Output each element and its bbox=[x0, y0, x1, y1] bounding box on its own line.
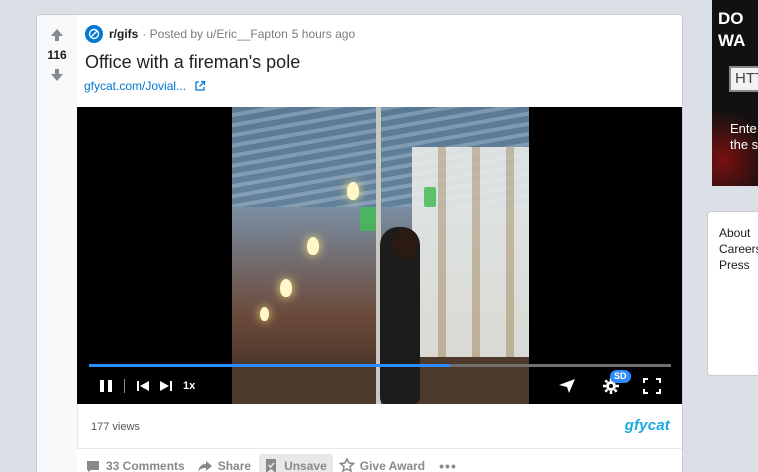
post-link-text[interactable]: gfycat.com/Jovial... bbox=[84, 79, 186, 93]
footer-link-about[interactable]: About bbox=[719, 225, 758, 241]
sidebar-footer: About Careers Press bbox=[707, 211, 758, 376]
give-award-button[interactable]: Give Award bbox=[335, 454, 431, 472]
share-video-icon[interactable] bbox=[557, 376, 577, 396]
external-link-icon[interactable] bbox=[194, 80, 206, 92]
fullscreen-icon[interactable] bbox=[642, 377, 662, 395]
subreddit-icon[interactable] bbox=[85, 25, 103, 43]
post-title[interactable]: Office with a fireman's pole bbox=[85, 52, 300, 73]
share-arrow-icon bbox=[197, 458, 213, 472]
share-label: Share bbox=[217, 459, 252, 472]
video-frame bbox=[232, 107, 529, 404]
post-link[interactable]: gfycat.com/Jovial... bbox=[84, 79, 206, 93]
comments-label: 33 Comments bbox=[106, 459, 185, 472]
unsave-button[interactable]: Unsave bbox=[259, 454, 333, 472]
progress-fill bbox=[89, 364, 450, 367]
ad-input[interactable]: HTT bbox=[729, 66, 758, 92]
ad-banner[interactable]: DO WA HTT Ente the s bbox=[712, 0, 758, 186]
pause-icon[interactable] bbox=[97, 377, 115, 395]
footer-link-careers[interactable]: Careers bbox=[719, 241, 758, 257]
unsave-label: Unsave bbox=[284, 459, 327, 472]
post-meta: r/gifs · Posted by u/Eric__Fapton 5 hour… bbox=[85, 25, 355, 43]
post-card: 116 r/gifs · Posted by u/Eric__Fapton 5 … bbox=[36, 14, 683, 472]
comments-button[interactable]: 33 Comments bbox=[81, 454, 191, 472]
next-frame-icon[interactable] bbox=[157, 377, 175, 395]
ad-headline: DO WA bbox=[718, 9, 746, 50]
progress-bar[interactable] bbox=[89, 364, 671, 367]
upvote-icon[interactable] bbox=[49, 27, 65, 43]
previous-frame-icon[interactable] bbox=[134, 377, 152, 395]
bookmark-icon bbox=[263, 458, 279, 472]
give-award-label: Give Award bbox=[359, 459, 426, 472]
subreddit-link[interactable]: r/gifs bbox=[109, 27, 138, 41]
post-time: 5 hours ago bbox=[291, 27, 356, 41]
playback-speed-button[interactable]: 1x bbox=[183, 378, 195, 394]
ad-subtext: Ente the s bbox=[730, 121, 758, 152]
downvote-icon[interactable] bbox=[49, 67, 65, 83]
quality-badge: SD bbox=[610, 370, 631, 383]
vote-score: 116 bbox=[47, 48, 67, 62]
view-count: 177 views bbox=[91, 421, 140, 433]
gfycat-logo[interactable]: gfycat bbox=[625, 417, 670, 434]
video-footer: 177 views gfycat bbox=[77, 404, 682, 449]
share-button[interactable]: Share bbox=[193, 454, 257, 472]
posted-by[interactable]: · Posted by u/Eric__Fapton bbox=[142, 27, 287, 41]
comment-icon bbox=[85, 458, 101, 472]
post-actions: 33 Comments Share Unsave Give Award ••• bbox=[81, 454, 463, 472]
vote-column: 116 bbox=[37, 15, 77, 472]
video-player[interactable]: 1x SD bbox=[77, 107, 682, 404]
footer-links: About Careers Press bbox=[719, 225, 758, 273]
award-icon bbox=[338, 458, 355, 472]
more-options-icon[interactable]: ••• bbox=[433, 458, 463, 472]
footer-link-press[interactable]: Press bbox=[719, 257, 758, 273]
